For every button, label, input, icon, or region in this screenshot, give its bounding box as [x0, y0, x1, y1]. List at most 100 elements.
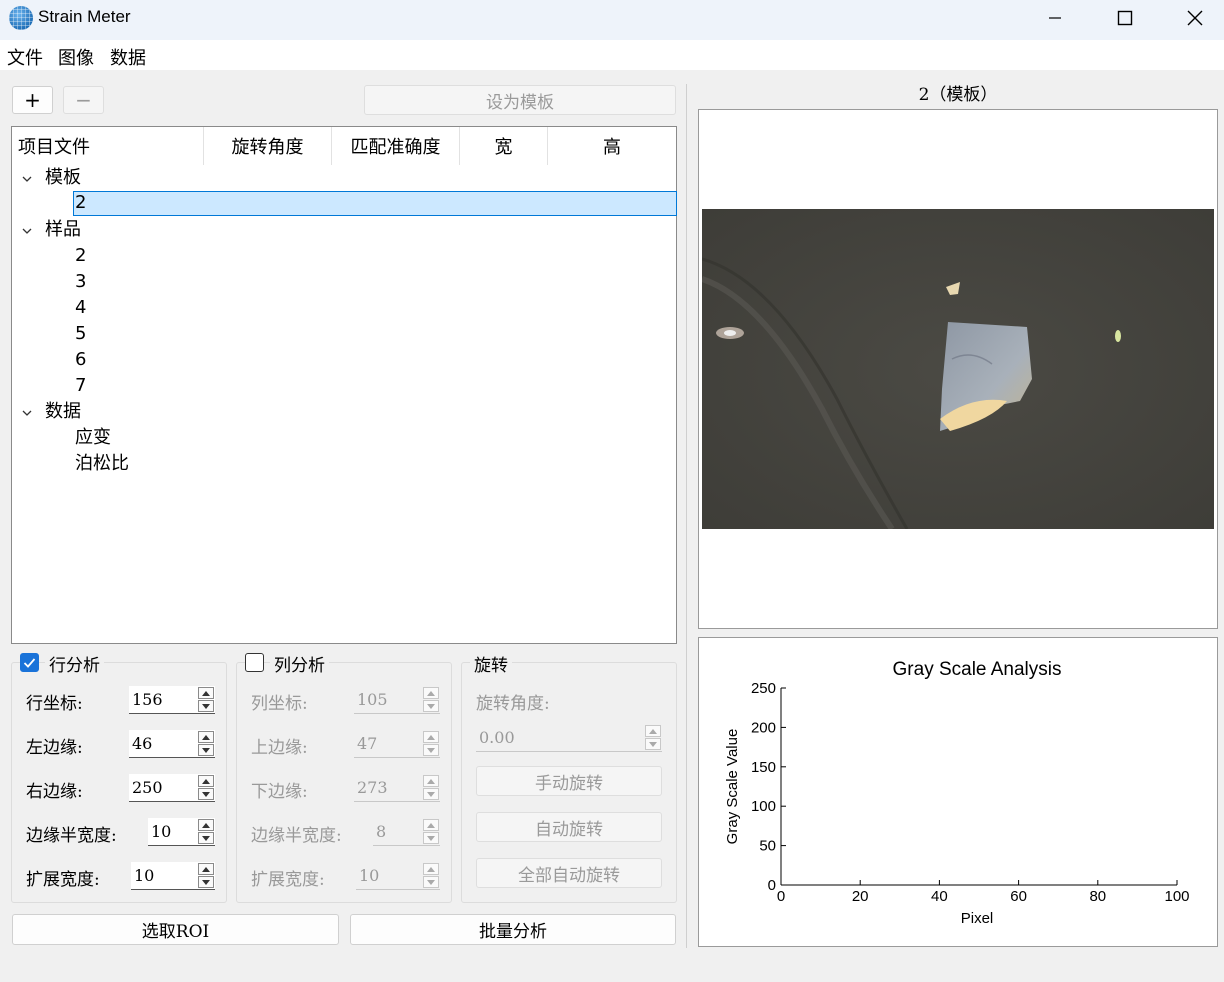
- column-extend-width-label: 扩展宽度:: [251, 870, 325, 890]
- spin-down-icon[interactable]: [423, 832, 439, 844]
- menu-bar: 文件 图像 数据: [0, 40, 1224, 70]
- left-edge-label: 左边缘:: [26, 738, 83, 758]
- chevron-down-icon[interactable]: [22, 226, 32, 236]
- spin-up-icon[interactable]: [423, 731, 439, 743]
- manual-rotate-button[interactable]: 手动旋转: [476, 766, 662, 796]
- x-tick-label: 40: [931, 888, 948, 905]
- tree-group-data[interactable]: 数据: [45, 399, 81, 425]
- tree-selection-highlight: [73, 191, 677, 216]
- maximize-button[interactable]: [1090, 0, 1160, 36]
- tree-group-samples[interactable]: 样品: [45, 217, 81, 243]
- spin-down-icon[interactable]: [423, 876, 439, 888]
- column-header-rotation[interactable]: 旋转角度: [204, 127, 332, 165]
- spin-up-icon[interactable]: [198, 819, 214, 831]
- chart-canvas: Gray Scale Analysis 0 20 40 60 80 100 0 50 100 150…: [724, 659, 1190, 927]
- auto-rotate-all-button[interactable]: 全部自动旋转: [476, 858, 662, 888]
- spin-up-icon[interactable]: [423, 863, 439, 875]
- tree-item-poisson[interactable]: 泊松比: [75, 451, 129, 477]
- spin-up-icon[interactable]: [198, 863, 214, 875]
- app-icon: [9, 6, 33, 30]
- spin-down-icon[interactable]: [423, 744, 439, 756]
- x-tick-label: 0: [777, 888, 785, 905]
- panel-splitter[interactable]: [686, 84, 687, 948]
- tree-item-sample[interactable]: 3: [75, 269, 86, 295]
- spin-down-icon[interactable]: [198, 876, 214, 888]
- edge-half-width-spinbox[interactable]: 10: [148, 818, 215, 846]
- spin-down-icon[interactable]: [198, 832, 214, 844]
- title-bar: Strain Meter: [0, 0, 1224, 40]
- spin-up-icon[interactable]: [198, 731, 214, 743]
- spin-down-icon[interactable]: [198, 700, 214, 712]
- extend-width-label: 扩展宽度:: [26, 870, 100, 890]
- column-coordinate-label: 列坐标:: [251, 694, 308, 714]
- tree-item-strain[interactable]: 应变: [75, 425, 111, 451]
- column-header-accuracy[interactable]: 匹配准确度: [332, 127, 460, 165]
- menu-file[interactable]: 文件: [7, 44, 43, 70]
- rotation-title: 旋转: [470, 651, 512, 676]
- spin-down-icon[interactable]: [198, 788, 214, 800]
- checkmark-icon: [23, 658, 36, 668]
- tree-item-sample[interactable]: 6: [75, 347, 86, 373]
- spin-down-icon[interactable]: [423, 788, 439, 800]
- bottom-edge-label: 下边缘:: [251, 782, 308, 802]
- y-axis-label: Gray Scale Value: [724, 729, 741, 845]
- close-button[interactable]: [1160, 0, 1224, 36]
- spin-up-icon[interactable]: [198, 775, 214, 787]
- column-edge-half-width-spinbox[interactable]: 8: [373, 818, 440, 846]
- tree-item-sample[interactable]: 4: [75, 295, 86, 321]
- spin-up-icon[interactable]: [423, 687, 439, 699]
- tree-item-sample[interactable]: 7: [75, 373, 86, 399]
- image-view[interactable]: [698, 109, 1218, 629]
- column-header-height[interactable]: 高: [548, 127, 676, 165]
- menu-image[interactable]: 图像: [58, 44, 94, 70]
- minimize-button[interactable]: [1020, 0, 1090, 36]
- rotation-angle-spinbox[interactable]: 0.00: [476, 724, 662, 752]
- close-icon: [1187, 10, 1203, 26]
- row-analysis-title: 行分析: [45, 651, 104, 676]
- auto-rotate-button[interactable]: 自动旋转: [476, 812, 662, 842]
- row-analysis-checkbox[interactable]: [20, 653, 39, 672]
- spin-down-icon[interactable]: [198, 744, 214, 756]
- right-edge-label: 右边缘:: [26, 782, 83, 802]
- menu-data[interactable]: 数据: [110, 44, 146, 70]
- tree-group-template[interactable]: 模板: [45, 165, 81, 191]
- spin-up-icon[interactable]: [423, 775, 439, 787]
- y-tick-label: 250: [751, 680, 776, 697]
- batch-analysis-button[interactable]: 批量分析: [350, 914, 676, 945]
- top-edge-label: 上边缘:: [251, 738, 308, 758]
- x-tick-label: 100: [1164, 888, 1189, 905]
- spin-down-icon[interactable]: [645, 738, 661, 750]
- left-edge-spinbox[interactable]: 46: [129, 730, 215, 758]
- column-header-file[interactable]: 项目文件: [12, 127, 204, 165]
- top-edge-spinbox[interactable]: 47: [354, 730, 440, 758]
- y-tick-label: 100: [751, 798, 776, 815]
- edge-half-width-label: 边缘半宽度:: [26, 826, 117, 846]
- spin-up-icon[interactable]: [645, 725, 661, 737]
- column-header-width[interactable]: 宽: [460, 127, 548, 165]
- set-template-button[interactable]: 设为模板: [364, 85, 676, 115]
- add-button[interactable]: +: [12, 86, 53, 114]
- chevron-down-icon[interactable]: [22, 174, 32, 184]
- column-extend-width-spinbox[interactable]: 10: [356, 862, 440, 890]
- column-analysis-checkbox[interactable]: [245, 653, 264, 672]
- remove-button[interactable]: −: [63, 86, 104, 114]
- x-tick-label: 20: [852, 888, 869, 905]
- chevron-down-icon[interactable]: [22, 408, 32, 418]
- project-tree[interactable]: 项目文件 旋转角度 匹配准确度 宽 高 模板 2 样品 2 3 4 5 6 7 …: [11, 126, 677, 644]
- row-coordinate-spinbox[interactable]: 156: [129, 686, 215, 714]
- select-roi-button[interactable]: 选取ROI: [12, 914, 339, 945]
- spin-up-icon[interactable]: [198, 687, 214, 699]
- tree-item-sample[interactable]: 5: [75, 321, 86, 347]
- spin-down-icon[interactable]: [423, 700, 439, 712]
- bottom-edge-spinbox[interactable]: 273: [354, 774, 440, 802]
- tree-item-sample[interactable]: 2: [75, 243, 86, 269]
- right-edge-spinbox[interactable]: 250: [129, 774, 215, 802]
- tree-item-template-2[interactable]: 2: [75, 190, 86, 216]
- maximize-icon: [1117, 10, 1133, 26]
- minimize-icon: [1049, 17, 1061, 19]
- column-coordinate-spinbox[interactable]: 105: [354, 686, 440, 714]
- y-tick-label: 0: [768, 877, 776, 894]
- microscope-image: [702, 209, 1214, 529]
- spin-up-icon[interactable]: [423, 819, 439, 831]
- extend-width-spinbox[interactable]: 10: [131, 862, 215, 890]
